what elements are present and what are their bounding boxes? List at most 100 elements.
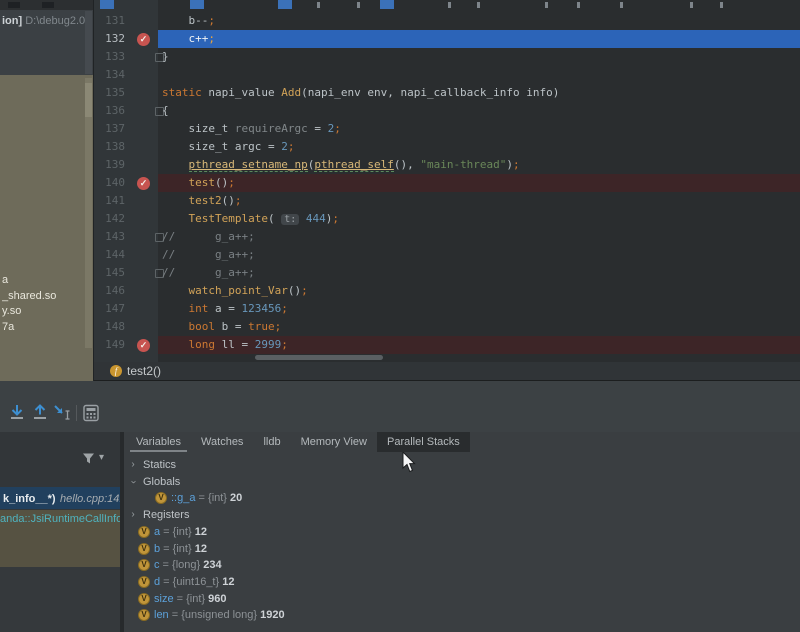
code-line[interactable]: 146 watch_point_Var();: [93, 282, 800, 300]
code-token: (): [221, 194, 235, 207]
code-line[interactable]: 137 size_t requireArgc = 2;: [93, 120, 800, 138]
debug-session-panel: ion] D:\debug2.0\d: [0, 0, 94, 75]
clipped-icon: [42, 2, 54, 8]
step-down-icon[interactable]: [8, 404, 26, 422]
code-line[interactable]: 144 // g_a++;: [93, 246, 800, 264]
code-token: ;: [228, 176, 235, 189]
code-text: size_t requireArgc = 2;: [162, 120, 340, 138]
library-list-item[interactable]: _shared.so: [2, 289, 90, 305]
breakpoint-line-highlight: [158, 174, 800, 192]
tree-group-row[interactable]: › Globals: [124, 474, 800, 490]
code-text: {: [162, 102, 169, 120]
scrollbar[interactable]: [85, 11, 92, 74]
code-line[interactable]: 149 ✓ long ll = 2999;: [93, 336, 800, 354]
library-list-item[interactable]: y.so: [2, 304, 90, 320]
line-number: 142: [105, 212, 125, 225]
stack-frame[interactable]: anda::JsiRuntimeCallInfo*: [0, 511, 120, 528]
chevron-collapsed-icon[interactable]: ›: [128, 457, 138, 473]
tab-lldb[interactable]: lldb: [253, 432, 290, 452]
line-number: 137: [105, 122, 125, 135]
debug-toolbar: [0, 381, 800, 433]
chevron-collapsed-icon[interactable]: ›: [128, 507, 138, 523]
text-fragment: [620, 2, 623, 8]
clipped-toolbar: [0, 0, 93, 10]
code-line[interactable]: 140 ✓ test();: [93, 174, 800, 192]
code-line[interactable]: 138 size_t argc = 2;: [93, 138, 800, 156]
tree-group-row[interactable]: › Registers: [124, 507, 800, 523]
variable-row[interactable]: V::g_a = {int} 20: [124, 490, 800, 506]
code-line[interactable]: 132 ✓ c++;: [93, 30, 800, 48]
code-line[interactable]: 142 TestTemplate( t: 444);: [93, 210, 800, 228]
breakpoint-icon[interactable]: ✓: [137, 338, 150, 352]
code-line[interactable]: 134: [93, 66, 800, 84]
ide-debug-window: 131 b--; 132 ✓ c++; 133} 134 135 static napi_v…: [0, 0, 800, 632]
variable-icon: V: [138, 559, 150, 572]
variable-row[interactable]: Vlen = {unsigned long} 1920: [124, 607, 800, 623]
highlight-fragment: [100, 0, 114, 9]
code-editor[interactable]: 131 b--; 132 ✓ c++; 133} 134 135 static napi_v…: [93, 0, 800, 362]
code-line[interactable]: 135 static napi_value Add(napi_env env, n…: [93, 84, 800, 102]
code-line[interactable]: 136 {: [93, 102, 800, 120]
tab-watches[interactable]: Watches: [191, 432, 253, 452]
variable-name: len: [154, 609, 169, 622]
step-to-cursor-icon[interactable]: [53, 404, 71, 422]
variable-row[interactable]: Va = {int} 12: [124, 524, 800, 540]
variables-tree: › Statics › Globals V::g_a = {int} 20 › Regist…: [124, 457, 800, 632]
code-token: 123456: [241, 302, 282, 315]
variable-name: size: [154, 592, 174, 605]
tab-variables[interactable]: Variables: [126, 432, 191, 452]
code-line[interactable]: 147 int a = 123456;: [93, 300, 800, 318]
line-number: 146: [105, 284, 125, 297]
library-list-item[interactable]: 7a: [2, 320, 90, 336]
code-line[interactable]: 139 pthread_setname_np(pthread_self(), "…: [93, 156, 800, 174]
line-number: 143: [105, 230, 125, 243]
variable-row[interactable]: Vd = {uint16_t} 12: [124, 574, 800, 590]
variable-value: 234: [203, 559, 222, 572]
variable-name: ::g_a: [171, 492, 196, 505]
chevron-down-icon[interactable]: ▾: [99, 450, 104, 466]
tab-memory-view[interactable]: Memory View: [291, 432, 377, 452]
code-token: b--: [162, 14, 209, 27]
breakpoint-icon[interactable]: ✓: [137, 32, 150, 46]
code-token: ;: [208, 14, 215, 27]
variable-value: 1920: [260, 609, 285, 622]
code-line[interactable]: 131 b--;: [93, 12, 800, 30]
code-line[interactable]: 141 test2();: [93, 192, 800, 210]
chevron-expanded-icon[interactable]: ›: [125, 477, 141, 487]
filter-icon[interactable]: [82, 452, 95, 465]
step-up-icon[interactable]: [31, 404, 49, 422]
tab-parallel-stacks[interactable]: Parallel Stacks: [377, 432, 470, 452]
library-popup-panel: a _shared.so y.so 7a: [0, 75, 94, 382]
code-token: Add: [281, 86, 302, 99]
breakpoint-icon[interactable]: ✓: [137, 176, 150, 190]
tree-group-label: Statics: [143, 459, 177, 471]
code-token: ;: [281, 302, 288, 315]
code-line[interactable]: 133}: [93, 48, 800, 66]
method-context-bar[interactable]: f test2(): [93, 362, 800, 381]
scrollbar-thumb[interactable]: [85, 83, 92, 117]
code-line[interactable]: 148 bool b = true;: [93, 318, 800, 336]
evaluate-expression-icon[interactable]: [82, 404, 100, 422]
stack-frame-selected[interactable]: k_info__*) hello.cpp:141: [0, 487, 120, 509]
variable-row[interactable]: Vc = {long} 234: [124, 557, 800, 573]
equals-sign: =: [160, 542, 173, 555]
line-number: 136: [105, 104, 125, 117]
line-number: 133: [105, 50, 125, 63]
tree-group-row[interactable]: › Statics: [124, 457, 800, 473]
frames-filter-row: ▾: [0, 450, 120, 468]
code-line[interactable]: 143 // g_a++;: [93, 228, 800, 246]
mouse-cursor: [402, 452, 416, 473]
variable-type: {int}: [172, 525, 195, 538]
code-line[interactable]: 145 // g_a++;: [93, 264, 800, 282]
code-text: int a = 123456;: [162, 300, 288, 318]
variable-row[interactable]: Vsize = {int} 960: [124, 591, 800, 607]
variable-row[interactable]: Vb = {int} 12: [124, 541, 800, 557]
code-token: size_t argc =: [162, 140, 282, 153]
code-token: (napi_env env, napi_callback_info info): [301, 86, 560, 99]
code-token: true: [248, 320, 275, 333]
library-list-item[interactable]: a: [2, 273, 90, 289]
variable-text: size = {int} 960: [154, 591, 227, 607]
horizontal-scrollbar[interactable]: [255, 355, 383, 360]
code-token: (),: [393, 158, 421, 171]
